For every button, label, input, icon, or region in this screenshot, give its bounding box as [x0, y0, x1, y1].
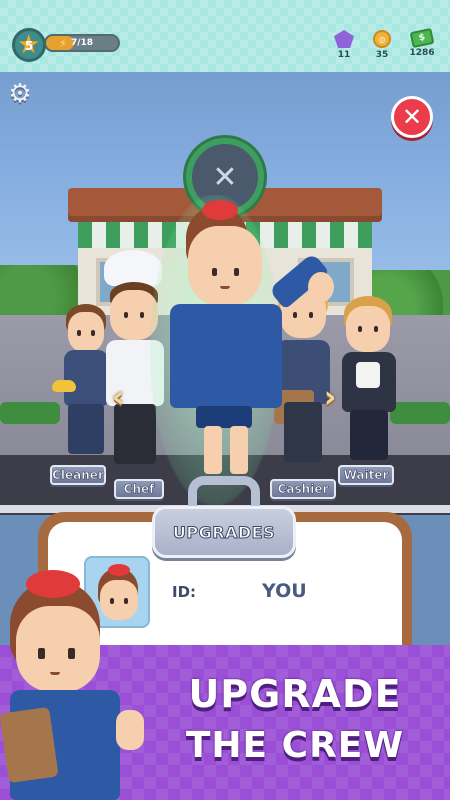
head [188, 226, 262, 306]
torso [170, 304, 282, 408]
gear-icon: ⚙ [8, 79, 32, 109]
close-button[interactable]: ✕ [391, 96, 433, 138]
id-value: YOU [262, 580, 307, 602]
gem-icon [334, 30, 354, 48]
game-scene: ✕ ‹ › Cleaner Chef Cashier Waiter ⚡ 7/18… [0, 0, 450, 800]
chevron-left-icon: ‹ [111, 379, 125, 415]
level-number: 5 [24, 39, 34, 53]
mascot-character [0, 560, 160, 800]
mascot-face [16, 606, 100, 692]
upgrades-tab[interactable]: UPGRADES [152, 476, 296, 562]
leg [230, 426, 248, 474]
eye [91, 330, 95, 336]
leg [204, 426, 222, 474]
xp-text: 7/18 [70, 38, 94, 48]
settings-button[interactable]: ⚙ [6, 79, 34, 109]
upgrades-tab-label: UPGRADES [172, 522, 276, 542]
eye [124, 312, 128, 318]
coin-count: 35 [375, 50, 389, 60]
tab-body: UPGRADES [152, 506, 296, 558]
hand [308, 272, 334, 302]
tab-handle [188, 476, 260, 506]
eye [77, 330, 81, 336]
coin-counter[interactable]: ◎ 35 [362, 30, 402, 60]
next-character-button[interactable]: › [316, 376, 344, 418]
level-badge[interactable]: ★ 5 [12, 28, 46, 62]
top-status-bar: ⚡ 7/18 ★ 5 11 ◎ 35 $ 1286 [0, 0, 450, 72]
nameplate-cashier: Cashier [270, 479, 336, 499]
eye [68, 648, 75, 659]
skirt [196, 406, 252, 428]
eye [358, 326, 362, 332]
coin-icon: ◎ [373, 30, 391, 48]
close-icon: ✕ [401, 103, 423, 131]
nameplate-chef: Chef [114, 479, 164, 499]
mascot-thumbs-up [116, 710, 144, 750]
chevron-right-icon: › [323, 379, 337, 415]
eye [38, 648, 45, 659]
eye [374, 326, 378, 332]
mouth [50, 672, 60, 675]
gem-counter[interactable]: 11 [324, 30, 364, 60]
gem-count: 11 [337, 50, 351, 60]
player-character[interactable] [150, 200, 350, 500]
mouth [220, 286, 230, 289]
cash-icon: $ [409, 27, 435, 49]
cash-counter[interactable]: $ 1286 [402, 27, 442, 58]
headline-line-1: UPGRADE [188, 672, 402, 716]
nameplate-cleaner: Cleaner [50, 465, 106, 485]
nameplate-waiter: Waiter [338, 465, 394, 485]
mascot-bow [26, 570, 80, 598]
hair-bow [202, 200, 238, 220]
glove [52, 380, 76, 392]
towel [356, 362, 380, 388]
cash-count: 1286 [409, 48, 435, 58]
eye [140, 312, 144, 318]
eye [234, 268, 239, 276]
prev-character-button[interactable]: ‹ [104, 376, 132, 418]
head [346, 306, 390, 352]
legs [350, 410, 388, 460]
headline-line-2: THE CREW [185, 725, 405, 766]
id-label: ID: [172, 583, 197, 601]
eye [212, 268, 217, 276]
promo-headline: UPGRADE THE CREW [150, 668, 440, 772]
mascot-clipboard [0, 706, 59, 784]
xp-bar: ⚡ 7/18 [44, 34, 120, 52]
